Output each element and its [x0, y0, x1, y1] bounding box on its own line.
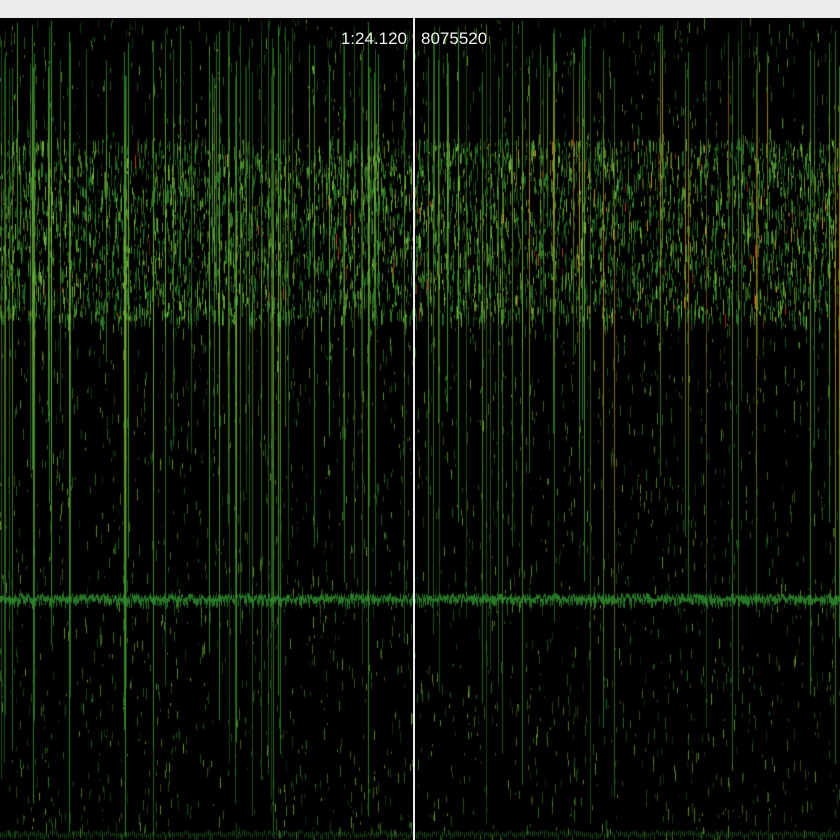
- spectrogram-view[interactable]: 1:24.120 8075520: [0, 18, 840, 840]
- playhead-cursor[interactable]: [413, 18, 415, 840]
- playhead-sample-readout: 8075520: [421, 29, 488, 48]
- playhead-time-readout: 1:24.120: [340, 29, 407, 48]
- window-top-strip: [0, 0, 840, 18]
- spectrogram-canvas[interactable]: [0, 18, 840, 840]
